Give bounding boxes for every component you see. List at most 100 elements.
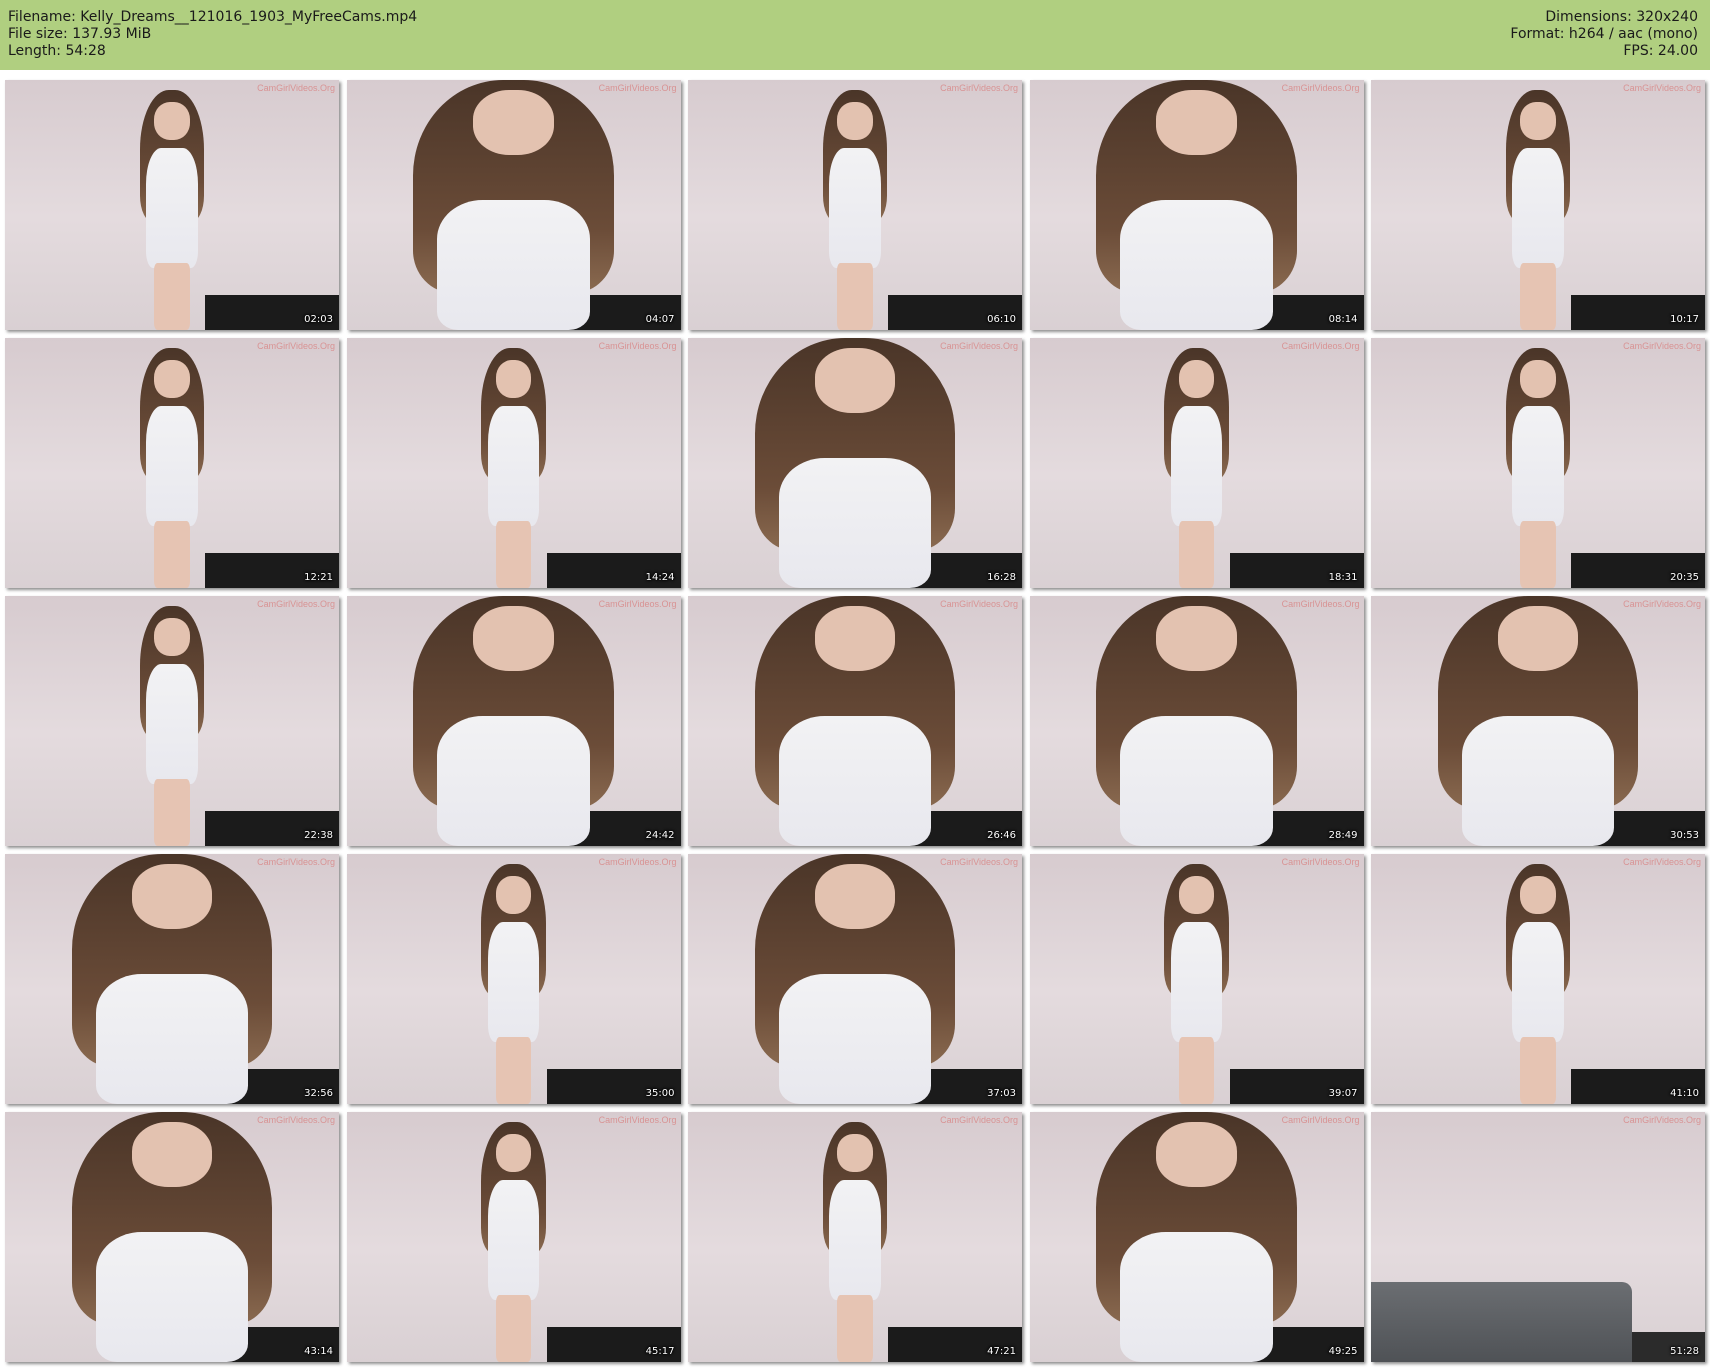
figure-legs [1520, 1036, 1556, 1104]
figure-body [778, 458, 932, 588]
thumbnail-frame[interactable]: CamGirlVideos.Org 04:07 [346, 80, 681, 330]
watermark-text: CamGirlVideos.Org [1623, 857, 1701, 867]
watermark-text: CamGirlVideos.Org [1623, 1115, 1701, 1125]
watermark-text: CamGirlVideos.Org [1281, 1115, 1360, 1125]
figure-face [1178, 876, 1215, 915]
timestamp-label: 12:21 [304, 572, 333, 583]
timestamp-label: 35:00 [645, 1088, 675, 1099]
thumbnail-frame[interactable]: CamGirlVideos.Org 10:17 [1371, 80, 1705, 330]
thumbnail-frame[interactable]: CamGirlVideos.Org 49:25 [1029, 1112, 1364, 1362]
person-figure [1498, 90, 1578, 330]
figure-legs [154, 778, 190, 846]
thumbnail-frame[interactable]: CamGirlVideos.Org 45:17 [346, 1112, 681, 1362]
thumbnail-frame[interactable]: CamGirlVideos.Org 16:28 [688, 338, 1022, 588]
watermark-text: CamGirlVideos.Org [257, 857, 335, 867]
thumbnail-frame[interactable]: CamGirlVideos.Org 08:14 [1029, 80, 1364, 330]
thumbnail-frame[interactable]: CamGirlVideos.Org 24:42 [346, 596, 681, 846]
timestamp-label: 30:53 [1670, 830, 1699, 841]
figure-face [1520, 876, 1556, 915]
figure-body [95, 974, 249, 1104]
person-figure [473, 864, 553, 1104]
person-figure [1096, 80, 1297, 330]
sofa-shape [1371, 1282, 1632, 1362]
person-figure [754, 338, 956, 588]
person-figure [473, 1122, 553, 1362]
figure-body [778, 716, 932, 846]
file-info: Filename: Kelly_Dreams__121016_1903_MyFr… [8, 9, 417, 60]
figure-face [1520, 360, 1556, 399]
watermark-text: CamGirlVideos.Org [1281, 83, 1360, 93]
figure-legs [495, 1294, 532, 1362]
person-figure [71, 854, 273, 1104]
figure-body [829, 1179, 881, 1300]
timestamp-label: 43:14 [304, 1346, 333, 1357]
watermark-text: CamGirlVideos.Org [940, 341, 1018, 351]
timestamp-label: 04:07 [645, 314, 675, 325]
person-figure [132, 348, 212, 588]
timestamp-label: 22:38 [304, 830, 333, 841]
figure-face [131, 864, 213, 929]
figure-legs [1178, 1036, 1215, 1104]
figure-face [1520, 102, 1556, 141]
figure-body [1461, 716, 1615, 846]
thumbnail-frame[interactable]: CamGirlVideos.Org 37:03 [688, 854, 1022, 1104]
thumbnail-frame[interactable]: CamGirlVideos.Org 26:46 [688, 596, 1022, 846]
timestamp-label: 14:24 [645, 572, 675, 583]
thumbnail-grid: CamGirlVideos.Org 02:03 CamGirlVideos.Org 0… [5, 80, 1705, 1362]
figure-body [95, 1232, 249, 1362]
thumbnail-frame[interactable]: CamGirlVideos.Org 43:14 [5, 1112, 339, 1362]
thumbnail-frame[interactable]: CamGirlVideos.Org 41:10 [1371, 854, 1705, 1104]
dimensions-text: Dimensions: 320x240 [1545, 9, 1698, 25]
thumbnail-frame[interactable]: CamGirlVideos.Org 02:03 [5, 80, 339, 330]
thumbnail-frame[interactable]: CamGirlVideos.Org 20:35 [1371, 338, 1705, 588]
figure-face [473, 606, 554, 671]
figure-body [1512, 147, 1564, 268]
person-figure [815, 90, 895, 330]
figure-body [778, 974, 932, 1104]
thumbnail-frame[interactable]: CamGirlVideos.Org 14:24 [346, 338, 681, 588]
figure-face [495, 1134, 532, 1173]
thumbnail-frame[interactable]: CamGirlVideos.Org 35:00 [346, 854, 681, 1104]
watermark-text: CamGirlVideos.Org [940, 599, 1018, 609]
figure-face [154, 618, 190, 657]
watermark-text: CamGirlVideos.Org [598, 83, 677, 93]
figure-legs [1520, 520, 1556, 588]
thumbnail-frame[interactable]: CamGirlVideos.Org 06:10 [688, 80, 1022, 330]
person-figure [132, 606, 212, 846]
info-header: Filename: Kelly_Dreams__121016_1903_MyFr… [0, 0, 1710, 70]
figure-face [814, 864, 896, 929]
figure-face [1497, 606, 1579, 671]
timestamp-label: 49:25 [1328, 1346, 1358, 1357]
thumbnail-frame[interactable]: CamGirlVideos.Org 30:53 [1371, 596, 1705, 846]
timestamp-label: 51:28 [1670, 1346, 1699, 1357]
person-figure [754, 596, 956, 846]
thumbnail-frame[interactable]: CamGirlVideos.Org 51:28 [1371, 1112, 1705, 1362]
timestamp-label: 32:56 [304, 1088, 333, 1099]
watermark-text: CamGirlVideos.Org [940, 83, 1018, 93]
thumbnail-frame[interactable]: CamGirlVideos.Org 39:07 [1029, 854, 1364, 1104]
person-figure [132, 90, 212, 330]
figure-body [146, 405, 198, 526]
thumbnail-frame[interactable]: CamGirlVideos.Org 47:21 [688, 1112, 1022, 1362]
thumbnail-frame[interactable]: CamGirlVideos.Org 28:49 [1029, 596, 1364, 846]
watermark-text: CamGirlVideos.Org [257, 341, 335, 351]
thumbnail-frame[interactable]: CamGirlVideos.Org 22:38 [5, 596, 339, 846]
figure-body [1170, 921, 1223, 1042]
thumbnail-frame[interactable]: CamGirlVideos.Org 18:31 [1029, 338, 1364, 588]
thumbnail-frame[interactable]: CamGirlVideos.Org 12:21 [5, 338, 339, 588]
figure-body [146, 147, 198, 268]
timestamp-label: 37:03 [987, 1088, 1016, 1099]
figure-body [1512, 921, 1564, 1042]
figure-legs [495, 1036, 532, 1104]
thumbnail-frame[interactable]: CamGirlVideos.Org 32:56 [5, 854, 339, 1104]
timestamp-label: 10:17 [1670, 314, 1699, 325]
figure-body [437, 200, 590, 330]
watermark-text: CamGirlVideos.Org [598, 599, 677, 609]
figure-body [487, 405, 540, 526]
filesize-text: File size: 137.93 MiB [8, 26, 152, 42]
figure-face [495, 360, 532, 399]
person-figure [1156, 864, 1236, 1104]
watermark-text: CamGirlVideos.Org [598, 341, 677, 351]
watermark-text: CamGirlVideos.Org [1623, 83, 1701, 93]
watermark-text: CamGirlVideos.Org [1281, 857, 1360, 867]
